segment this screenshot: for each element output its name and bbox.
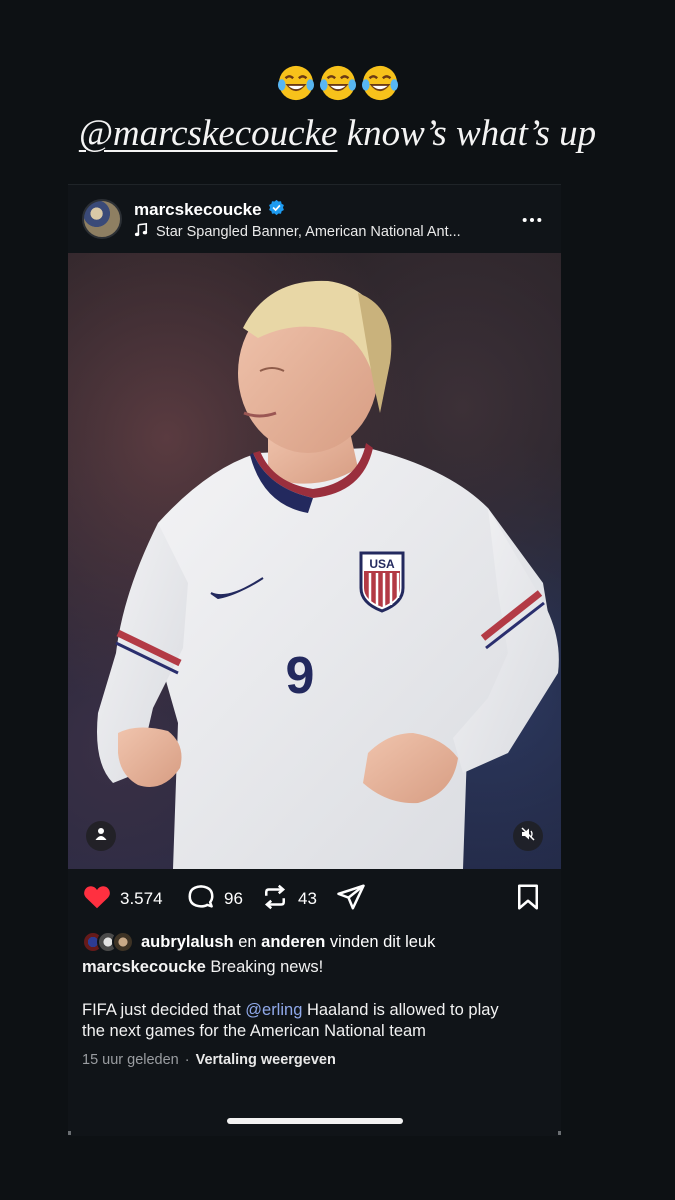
post-timestamp: 15 uur geleden — [82, 1052, 179, 1068]
post-header: marcskecoucke Star Spangled Banner, Amer… — [82, 199, 547, 243]
player-photo: USA 9 — [97, 280, 559, 869]
share-button[interactable] — [336, 881, 366, 917]
post-username[interactable]: marcskecoucke — [134, 200, 262, 220]
caption-text: Haaland is allowed to play — [302, 1001, 499, 1019]
post-username-row[interactable]: marcskecoucke — [134, 199, 285, 221]
post-actions: 3.574 96 43 — [82, 881, 547, 917]
comments-count: 96 — [224, 889, 243, 908]
repost-button[interactable]: 43 — [260, 881, 317, 917]
liked-by-user[interactable]: aubrylalush — [141, 933, 234, 951]
repost-icon — [260, 882, 290, 917]
reposts-count: 43 — [298, 889, 317, 908]
person-icon — [93, 826, 109, 847]
save-button[interactable] — [513, 881, 543, 917]
caption-first-line: Breaking news! — [205, 958, 324, 976]
post-media[interactable]: USA 9 — [68, 253, 561, 869]
card-corner-mark — [68, 1131, 71, 1135]
music-title: Star Spangled Banner, American National … — [156, 224, 461, 240]
comment-button[interactable]: 96 — [186, 881, 243, 917]
caption-text: the next games for the American National… — [82, 1022, 426, 1040]
liker-avatars — [82, 931, 134, 953]
music-line[interactable]: Star Spangled Banner, American National … — [134, 222, 461, 241]
caption-mention-link[interactable]: @erling — [245, 1001, 302, 1019]
jersey-number: 9 — [286, 647, 315, 705]
post-caption: marcskecoucke Breaking news! FIFA just d… — [82, 957, 553, 1042]
tagged-people-button[interactable] — [86, 821, 116, 851]
liked-by-joiner: en — [233, 932, 262, 951]
card-corner-mark — [558, 1131, 561, 1135]
story-screen: @marcskecoucke know’s what’s up marcskec… — [0, 0, 675, 1200]
avatar — [112, 931, 134, 953]
caption-text: FIFA just decided that — [82, 1001, 246, 1019]
heart-filled-icon — [82, 882, 112, 917]
likes-count: 3.574 — [120, 889, 163, 908]
tears-of-joy-icon — [277, 64, 315, 107]
shared-post-card[interactable]: marcskecoucke Star Spangled Banner, Amer… — [68, 184, 561, 1136]
tears-of-joy-icon — [319, 64, 357, 107]
meta-separator: · — [184, 1052, 190, 1068]
like-button[interactable]: 3.574 — [82, 881, 163, 917]
home-indicator[interactable] — [227, 1118, 403, 1124]
speaker-muted-icon — [520, 826, 536, 847]
crest-text: USA — [369, 557, 395, 571]
see-translation-link[interactable]: Vertaling weergeven — [196, 1052, 336, 1068]
tears-of-joy-icon — [361, 64, 399, 107]
caption-username[interactable]: marcskecoucke — [82, 958, 206, 976]
music-note-icon — [134, 222, 148, 241]
comment-bubble-icon — [186, 882, 216, 917]
bookmark-icon — [513, 882, 543, 917]
liked-by-tail: vinden dit leuk — [325, 932, 436, 951]
story-caption-text: know’s what’s up — [337, 113, 597, 154]
mute-button[interactable] — [513, 821, 543, 851]
emoji-row — [0, 64, 675, 107]
avatar[interactable] — [82, 199, 122, 239]
story-mention-link[interactable]: @marcskecoucke — [79, 113, 338, 154]
post-meta: 15 uur geleden · Vertaling weergeven — [82, 1052, 336, 1068]
verified-badge-icon — [268, 199, 285, 221]
story-caption: @marcskecoucke know’s what’s up — [0, 112, 675, 155]
liked-by-line[interactable]: aubrylalush en anderen vinden dit leuk — [82, 931, 551, 953]
liked-by-others[interactable]: anderen — [261, 933, 325, 951]
send-icon — [336, 882, 366, 917]
